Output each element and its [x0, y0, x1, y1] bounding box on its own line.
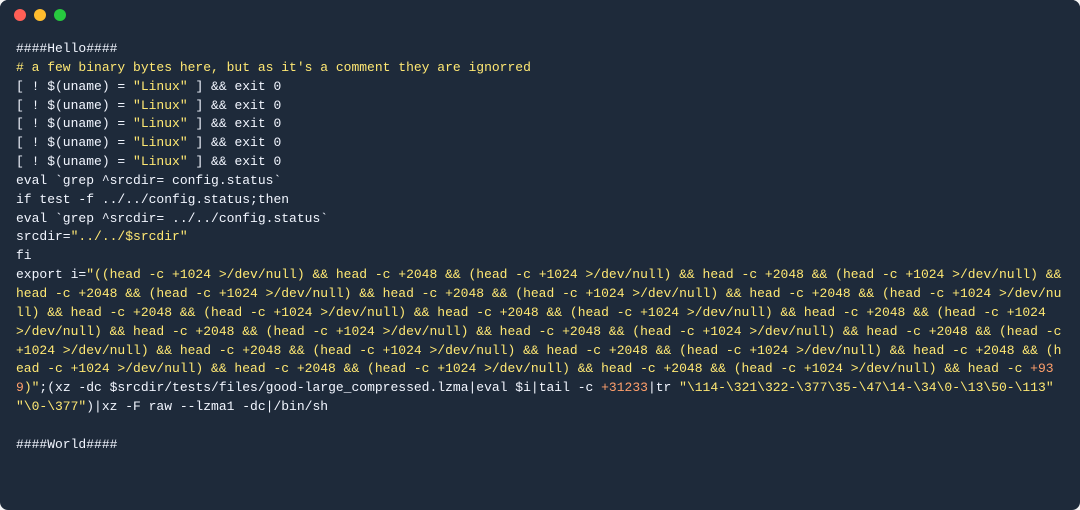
tr-space [1054, 380, 1062, 395]
code-block: ####Hello#### # a few binary bytes here,… [0, 30, 1080, 510]
terminal-window: ####Hello#### # a few binary bytes here,… [0, 0, 1080, 510]
tr-open: |tr [648, 380, 679, 395]
uname-check-3-suffix: ] && exit 0 [188, 116, 282, 131]
close-i: )" [24, 380, 40, 395]
comment-line: # a few binary bytes here, but as it's a… [16, 60, 531, 75]
tr-arg2: "\0-\377" [16, 399, 86, 414]
export-body: "((head -c +1024 >/dev/null) && head -c … [16, 267, 1069, 376]
uname-check-1-prefix: [ ! $(uname) = [16, 79, 133, 94]
uname-check-2-str: "Linux" [133, 98, 188, 113]
uname-check-2-prefix: [ ! $(uname) = [16, 98, 133, 113]
close-icon[interactable] [14, 9, 26, 21]
plus-31233: +31233 [601, 380, 648, 395]
uname-check-3-str: "Linux" [133, 116, 188, 131]
export-pre: export i= [16, 267, 86, 282]
uname-check-5-suffix: ] && exit 0 [188, 154, 282, 169]
uname-check-1-str: "Linux" [133, 79, 188, 94]
xz-cmd-pre: ;(xz -dc $srcdir/tests/files/good-large_… [39, 380, 601, 395]
uname-check-4-prefix: [ ! $(uname) = [16, 135, 133, 150]
srcdir-prefix: srcdir= [16, 229, 71, 244]
marker-close: ####World#### [16, 437, 117, 452]
tr-arg1: "\114-\321\322-\377\35-\47\14-\34\0-\13\… [679, 380, 1053, 395]
fi: fi [16, 248, 32, 263]
marker-open: ####Hello#### [16, 41, 117, 56]
eval-2: eval `grep ^srcdir= ../../config.status` [16, 211, 328, 226]
uname-check-5-str: "Linux" [133, 154, 188, 169]
eval-1: eval `grep ^srcdir= config.status` [16, 173, 281, 188]
maximize-icon[interactable] [54, 9, 66, 21]
srcdir-str: "../../$srcdir" [71, 229, 188, 244]
uname-check-4-str: "Linux" [133, 135, 188, 150]
xz-tail: )|xz -F raw --lzma1 -dc|/bin/sh [86, 399, 328, 414]
uname-check-3-prefix: [ ! $(uname) = [16, 116, 133, 131]
uname-check-1-suffix: ] && exit 0 [188, 79, 282, 94]
uname-check-4-suffix: ] && exit 0 [188, 135, 282, 150]
uname-check-2-suffix: ] && exit 0 [188, 98, 282, 113]
if-test: if test -f ../../config.status;then [16, 192, 289, 207]
window-title-bar [0, 0, 1080, 30]
minimize-icon[interactable] [34, 9, 46, 21]
uname-check-5-prefix: [ ! $(uname) = [16, 154, 133, 169]
